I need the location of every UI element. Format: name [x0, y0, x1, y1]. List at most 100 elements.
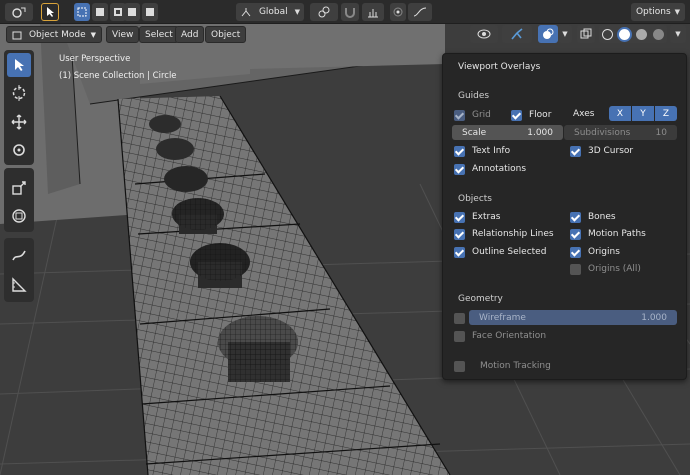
- origins-all-checkbox[interactable]: Origins (All): [570, 262, 641, 276]
- checkbox-check-icon: [511, 109, 522, 121]
- checkbox-check-icon: [454, 228, 465, 240]
- rendered-shading-icon[interactable]: [653, 28, 664, 40]
- checkbox-empty-icon: [454, 360, 465, 372]
- menu-select[interactable]: Select: [139, 26, 179, 43]
- chevron-down-icon: ▼: [90, 30, 96, 39]
- proportional-falloff-dropdown[interactable]: [408, 3, 432, 21]
- material-shading-icon[interactable]: [636, 28, 647, 40]
- cursor-arrow-icon: [47, 7, 54, 17]
- circle-dot-icon: [393, 7, 403, 17]
- eye-icon: [477, 29, 491, 39]
- motion-tracking-checkbox[interactable]: Motion Tracking: [454, 359, 551, 373]
- rotate-icon: [13, 144, 25, 156]
- grid-checkbox[interactable]: Grid: [454, 108, 491, 122]
- overlays-icon: [543, 28, 554, 39]
- wireframe-field[interactable]: Wireframe 1.000: [469, 310, 677, 325]
- chevron-down-icon: ▼: [294, 8, 300, 16]
- square-plus-icon: [96, 8, 104, 16]
- scale-tool[interactable]: [7, 176, 31, 200]
- square-minus-icon: [114, 8, 122, 16]
- menu-object[interactable]: Object: [205, 26, 247, 43]
- overlays-dropdown[interactable]: ▼: [558, 25, 572, 43]
- snap-toggle[interactable]: [341, 3, 359, 21]
- orientation-label: Global: [258, 7, 288, 17]
- proportional-edit-toggle[interactable]: [390, 3, 406, 21]
- axis-x-toggle[interactable]: X: [609, 106, 631, 121]
- xray-toggle[interactable]: [577, 25, 595, 43]
- editor-type-button[interactable]: [5, 3, 33, 21]
- mode-intersect-button[interactable]: [142, 3, 158, 21]
- wireframe-shading-icon[interactable]: [602, 28, 613, 40]
- gizmo-icon: [511, 28, 523, 40]
- snap-dropdown[interactable]: [362, 3, 384, 21]
- axis-z-toggle[interactable]: Z: [655, 106, 677, 121]
- scale-icon: [12, 181, 26, 195]
- checkbox-check-icon: [454, 109, 465, 121]
- mode-difference-button[interactable]: [124, 3, 140, 21]
- link-icon: [318, 6, 330, 18]
- shading-dropdown[interactable]: ▼: [670, 25, 686, 43]
- xray-icon: [580, 28, 592, 39]
- axes-icon: [241, 8, 251, 17]
- checkbox-check-icon: [454, 246, 465, 258]
- viewport-editor-icon: [12, 7, 26, 18]
- solid-shading-icon[interactable]: [619, 28, 630, 40]
- guides-heading: Guides: [458, 91, 490, 101]
- measure-tool[interactable]: [7, 273, 31, 297]
- options-label: Options: [635, 7, 671, 17]
- viewport-overlays-popover: Viewport Overlays Guides Grid Floor Axes…: [442, 53, 687, 380]
- menu-add[interactable]: Add: [175, 26, 205, 43]
- 3d-cursor-checkbox[interactable]: 3D Cursor: [570, 144, 633, 158]
- motion-paths-checkbox[interactable]: Motion Paths: [570, 227, 646, 241]
- select-mode-button[interactable]: [41, 3, 59, 21]
- crosshair-icon: [12, 85, 26, 101]
- pencil-icon: [12, 250, 26, 261]
- magnet-icon: [345, 8, 355, 18]
- orientation-dropdown[interactable]: Global ▼: [236, 3, 304, 21]
- extras-checkbox[interactable]: Extras: [454, 210, 500, 224]
- object-mode-icon: [12, 31, 22, 39]
- wireframe-checkbox[interactable]: [454, 311, 465, 325]
- floor-checkbox[interactable]: Floor: [511, 108, 551, 122]
- menu-view[interactable]: View: [106, 26, 140, 43]
- view-name: User Perspective: [59, 54, 131, 64]
- interaction-mode-dropdown[interactable]: Object Mode ▼: [6, 26, 102, 43]
- overlays-toggle[interactable]: [538, 25, 558, 43]
- move-tool[interactable]: [7, 110, 31, 134]
- square-intersect-icon: [146, 8, 154, 16]
- origins-checkbox[interactable]: Origins: [570, 245, 620, 259]
- checkbox-empty-icon: [570, 263, 581, 275]
- snap-increment-icon: [368, 9, 378, 18]
- relationship-lines-checkbox[interactable]: Relationship Lines: [454, 227, 554, 241]
- options-dropdown[interactable]: Options ▼: [631, 3, 685, 21]
- gizmo-dropdown[interactable]: [502, 25, 532, 43]
- rotate-tool[interactable]: [7, 138, 31, 162]
- checkbox-check-icon: [570, 211, 581, 223]
- checkbox-check-icon: [454, 163, 465, 175]
- text-info-checkbox[interactable]: Text Info: [454, 144, 510, 158]
- scale-field[interactable]: Scale 1.000: [452, 125, 563, 140]
- tool-shelf-mid: [4, 168, 34, 232]
- mode-set-button[interactable]: [74, 3, 90, 21]
- outline-selected-checkbox[interactable]: Outline Selected: [454, 245, 546, 259]
- cursor-arrow-icon: [15, 59, 24, 71]
- select-box-tool[interactable]: [7, 53, 31, 77]
- shading-buttons: [599, 25, 667, 43]
- checkbox-check-icon: [570, 145, 581, 157]
- ruler-icon: [12, 277, 27, 292]
- cursor-tool[interactable]: [7, 81, 31, 105]
- visibility-dropdown[interactable]: [470, 25, 498, 43]
- falloff-curve-icon: [413, 7, 427, 17]
- tool-shelf-bottom: [4, 238, 34, 302]
- top-header: Global ▼ Options ▼: [0, 0, 690, 24]
- mode-extend-button[interactable]: [92, 3, 108, 21]
- annotations-checkbox[interactable]: Annotations: [454, 162, 526, 176]
- bones-checkbox[interactable]: Bones: [570, 210, 616, 224]
- annotate-tool[interactable]: [7, 243, 31, 267]
- transform-tool[interactable]: [7, 204, 31, 228]
- axis-y-toggle[interactable]: Y: [632, 106, 654, 121]
- chevron-down-icon: ▼: [674, 8, 681, 16]
- subdivisions-field[interactable]: Subdivisions 10: [564, 125, 677, 140]
- pivot-dropdown[interactable]: [310, 3, 338, 21]
- face-orientation-checkbox[interactable]: Face Orientation: [454, 329, 546, 343]
